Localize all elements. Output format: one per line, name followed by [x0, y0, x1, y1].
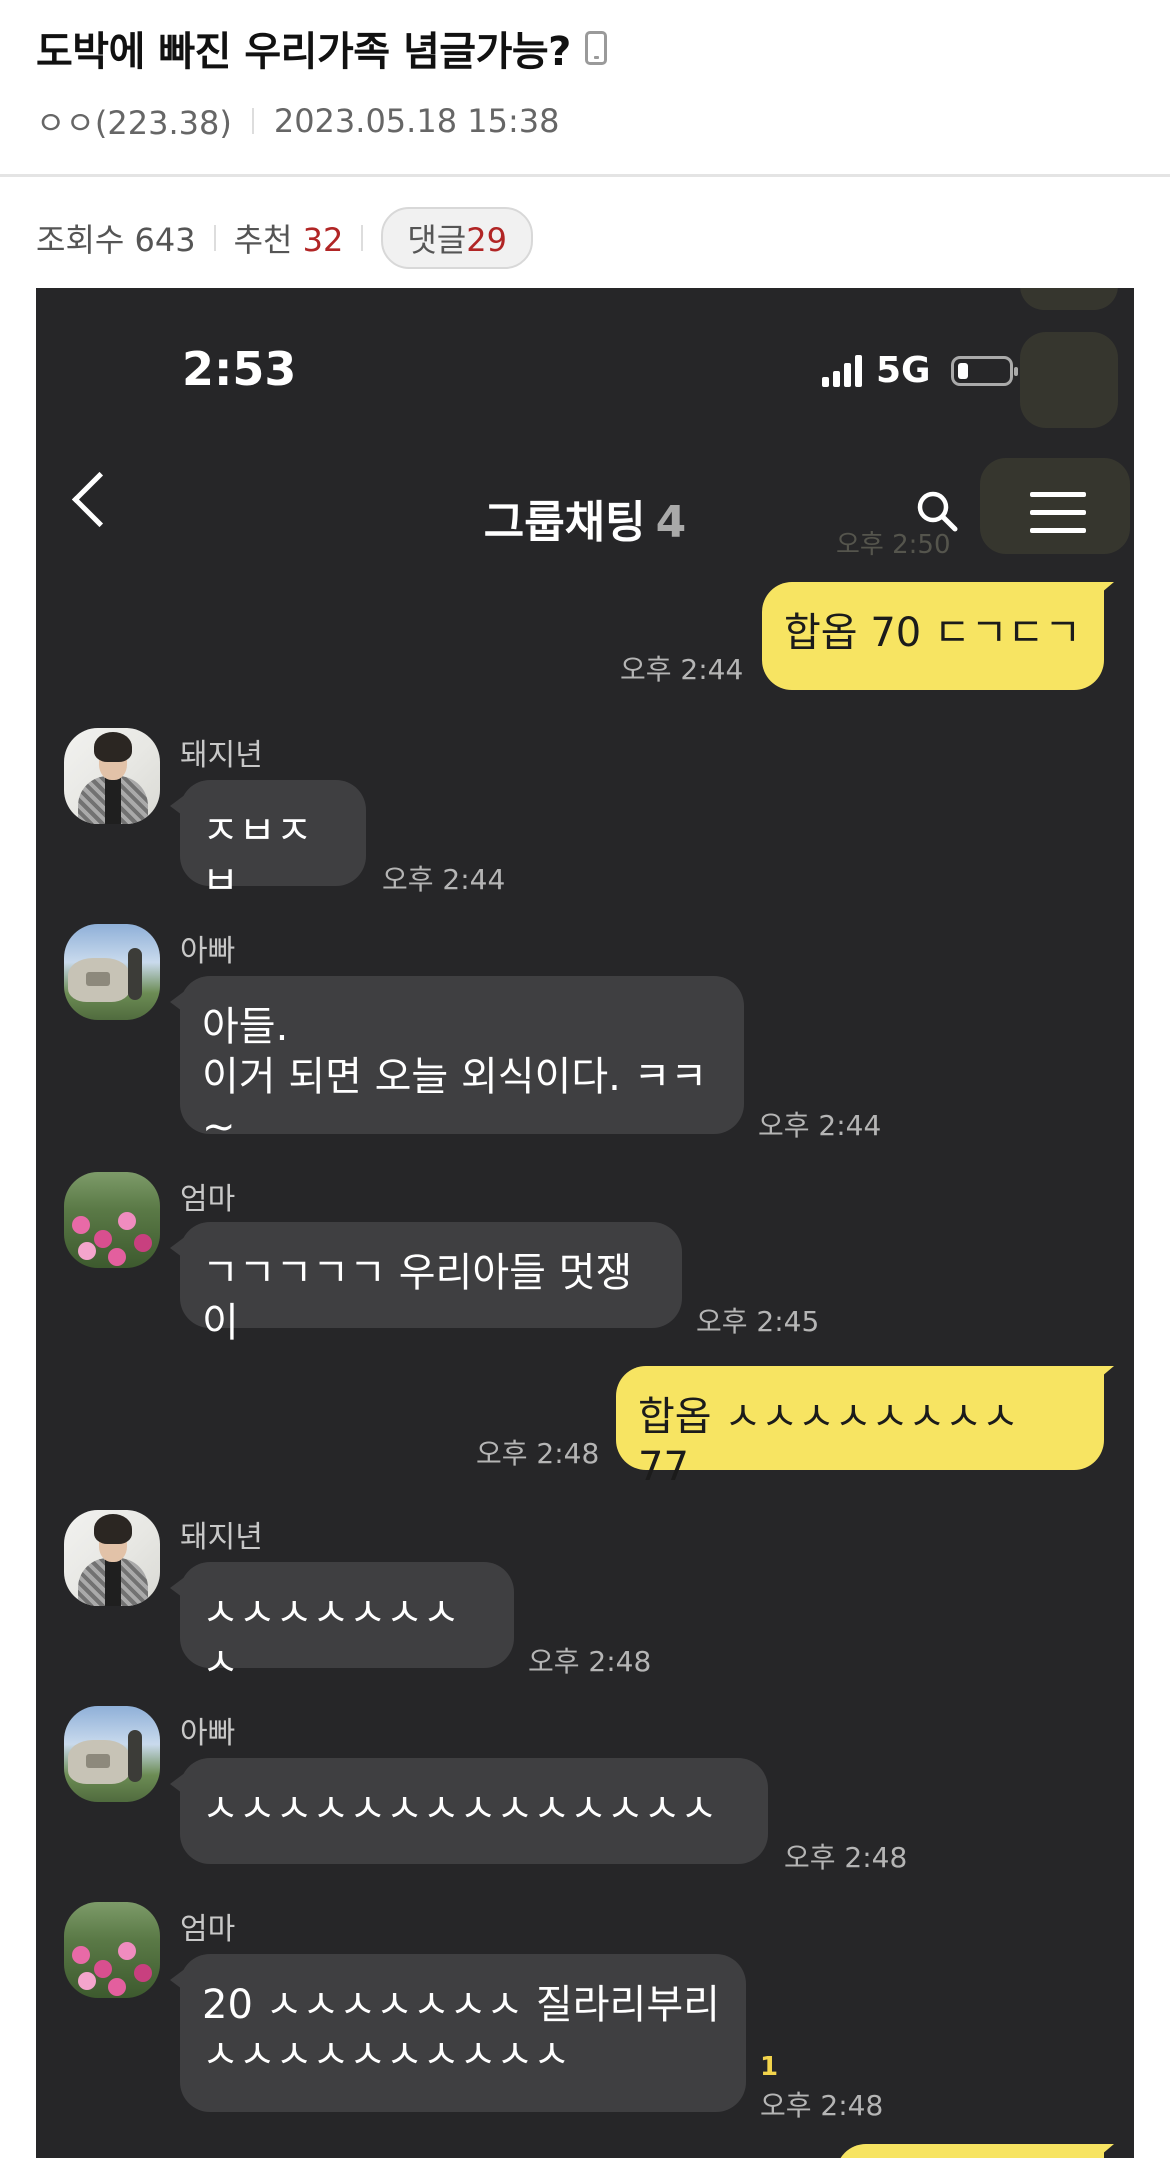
message-text: ㅅㅅㅅㅅㅅㅅㅅㅅ — [202, 1590, 460, 1686]
message-text: ㅈㅂㅈㅂ — [202, 808, 313, 904]
message-time: 오후 2:48 — [760, 2089, 884, 2122]
hamburger-menu-icon[interactable] — [1030, 492, 1086, 533]
avatar[interactable] — [64, 1706, 160, 1802]
stats-separator — [361, 225, 364, 251]
comments-button[interactable]: 댓글29 — [381, 207, 533, 269]
message-bubble[interactable]: 20 ㅅㅅㅅㅅㅅㅅㅅ 질라리부리 ㅅㅅㅅㅅㅅㅅㅅㅅㅅㅅ — [170, 1954, 746, 2112]
message-bubble[interactable]: ㅅㅅㅅㅅㅅㅅㅅㅅ — [170, 1562, 514, 1686]
avatar[interactable] — [64, 728, 160, 824]
message-time: 오후 2:48 — [784, 1841, 908, 1874]
message-text: 합옵 ㅅㅅㅅㅅㅅㅅㅅㅅ 77 — [638, 1394, 1019, 1490]
message-time: 오후 2:48 — [528, 1645, 652, 1678]
recommend-number: 32 — [302, 221, 344, 259]
stats-separator — [213, 225, 216, 251]
message-time: 오후 2:44 — [620, 653, 744, 686]
chat-title: 그룹채팅 4 — [36, 486, 1134, 550]
faded-timestamp: 오후 2:50 — [836, 530, 951, 560]
post-meta: ㅇㅇ(223.38) 2023.05.18 15:38 — [36, 98, 1136, 144]
message-bubble[interactable]: ㅈㅂㅈㅂ — [170, 780, 366, 904]
post-title: 도박에 빠진 우리가족 념글가능? — [36, 29, 571, 75]
sender-name: 아빠 — [180, 934, 236, 969]
message-bubble[interactable]: ㅅㅅㅅㅅㅅㅅㅅㅅㅅㅅㅅㅅㅅㅅ — [170, 1758, 768, 1864]
avatar[interactable] — [64, 1902, 160, 1998]
message-bubble[interactable]: 합옵 ㅅㅅㅅㅅㅅㅅㅅㅅ 77 — [616, 1366, 1114, 1490]
header-divider — [0, 174, 1170, 177]
sender-name: 엄마 — [180, 1182, 236, 1217]
background-bubble — [1020, 288, 1118, 310]
mobile-phone-icon — [584, 31, 607, 65]
message-bubble[interactable]: ㄱㄱㄱㄱㄱ 우리아들 멋쟁이 — [170, 1222, 682, 1346]
message-text: 아들. 이거 되면 오늘 외식이다. ㅋㅋ~ — [202, 1004, 708, 1150]
message-time: 오후 2:44 — [758, 1109, 882, 1142]
post-stats: 조회수 643 추천 32 댓글29 — [36, 207, 533, 269]
message-bubble-partial[interactable] — [836, 2144, 1114, 2158]
message-text: ㄱㄱㄱㄱㄱ 우리아들 멋쟁이 — [202, 1250, 633, 1346]
unread-count: 1 — [760, 2052, 779, 2082]
chat-title-text: 그룹채팅 — [483, 497, 646, 548]
sender-name: 돼지년 — [180, 1520, 263, 1555]
message-bubble[interactable]: 아들. 이거 되면 오늘 외식이다. ㅋㅋ~ — [170, 976, 744, 1150]
avatar[interactable] — [64, 1172, 160, 1268]
message-time: 오후 2:44 — [382, 863, 506, 896]
view-count: 조회수 643 — [36, 221, 196, 259]
message-time: 오후 2:48 — [476, 1437, 600, 1470]
avatar[interactable] — [64, 924, 160, 1020]
message-text: 20 ㅅㅅㅅㅅㅅㅅㅅ 질라리부리 ㅅㅅㅅㅅㅅㅅㅅㅅㅅㅅ — [202, 1982, 720, 2078]
post-title-row: 도박에 빠진 우리가족 념글가능? — [36, 18, 1136, 78]
status-bar-time: 2:53 — [182, 342, 297, 396]
message-text: 합옵 70 ㄷㄱㄷㄱ — [784, 610, 1082, 656]
recommend-count: 추천 32 — [234, 215, 344, 261]
recommend-label: 추천 — [233, 221, 293, 259]
post-author[interactable]: ㅇㅇ(223.38) — [36, 98, 232, 144]
sender-name: 아빠 — [180, 1716, 236, 1751]
battery-icon — [950, 355, 1018, 386]
background-bubble — [1020, 332, 1118, 428]
network-type: 5G — [876, 350, 931, 391]
status-bar-indicators: 5G — [822, 350, 1018, 391]
avatar[interactable] — [64, 1510, 160, 1606]
message-text: ㅅㅅㅅㅅㅅㅅㅅㅅㅅㅅㅅㅅㅅㅅ — [202, 1786, 718, 1832]
signal-icon — [822, 354, 862, 387]
member-count: 4 — [655, 497, 687, 548]
sender-name: 돼지년 — [180, 738, 263, 773]
post-header: 도박에 빠진 우리가족 념글가능? ㅇㅇ(223.38) 2023.05.18 … — [36, 18, 1136, 144]
post-datetime: 2023.05.18 15:38 — [273, 102, 560, 140]
comments-number: 29 — [466, 221, 507, 259]
chat-screenshot: 2:53 5G 그룹채팅 4 오후 2:50 합옵 70 ㄷㄱㄷㄱ 오후 2:44… — [36, 288, 1134, 2158]
sender-name: 엄마 — [180, 1912, 236, 1947]
message-bubble[interactable]: 합옵 70 ㄷㄱㄷㄱ — [762, 582, 1114, 690]
message-time: 오후 2:45 — [696, 1305, 820, 1338]
comments-label: 댓글 — [407, 221, 467, 259]
meta-separator — [251, 108, 254, 134]
